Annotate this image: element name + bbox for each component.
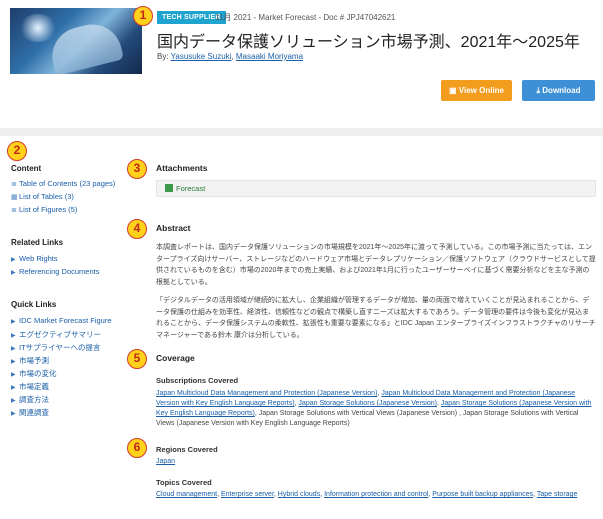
triangle-right-icon: ▶ bbox=[11, 411, 16, 417]
list-icon: ≣ bbox=[11, 181, 17, 188]
marker-3: 3 bbox=[127, 159, 147, 179]
regions-list: Japan bbox=[156, 457, 596, 467]
quick-link[interactable]: ▶ 調査方法 bbox=[11, 394, 49, 405]
topic-link[interactable]: Hybrid clouds bbox=[278, 491, 320, 498]
download-label: Download bbox=[542, 86, 581, 95]
quick-link[interactable]: ▶ 市場定義 bbox=[11, 381, 49, 392]
download-icon: ⤓ bbox=[536, 86, 541, 95]
sidebar-link-list-of-figures[interactable]: ≣ List of Figures (5) bbox=[11, 205, 77, 214]
triangle-right-icon: ▶ bbox=[11, 359, 16, 365]
topics-list: Cloud management, Enterprise server, Hyb… bbox=[156, 491, 578, 498]
download-button[interactable]: ⤓ Download bbox=[522, 80, 595, 101]
coverage-heading: Coverage bbox=[156, 353, 195, 363]
abstract-heading: Abstract bbox=[156, 223, 191, 233]
marker-6: 6 bbox=[127, 438, 147, 458]
quick-link[interactable]: ▶ 関連調査 bbox=[11, 407, 49, 418]
abstract-paragraph-1: 本調査レポートは、国内データ保護ソリューションの市場規模を2021年～2025年… bbox=[156, 244, 596, 286]
marker-5: 5 bbox=[127, 349, 147, 369]
marker-2: 2 bbox=[7, 141, 27, 161]
sidebar-link-table-of-contents[interactable]: ≣ Table of Contents (23 pages) bbox=[11, 179, 115, 188]
triangle-right-icon: ▶ bbox=[11, 319, 16, 325]
marker-1: 1 bbox=[133, 6, 153, 26]
quick-links-heading: Quick Links bbox=[11, 300, 57, 309]
abstract-paragraph-2: 「デジタルデータの活用領域が継続的に拡大し、企業組織が管理するデータが増加、量の… bbox=[156, 297, 596, 339]
topic-link[interactable]: Information protection and control bbox=[324, 491, 428, 498]
view-online-icon: ▣ bbox=[449, 86, 457, 95]
author-link-moriyama[interactable]: Masaaki Moriyama bbox=[236, 52, 303, 61]
triangle-right-icon: ▶ bbox=[11, 270, 16, 276]
sidebar-link-web-rights[interactable]: ▶ Web Rights bbox=[11, 254, 58, 263]
content-heading: Content bbox=[11, 164, 42, 173]
quick-link[interactable]: ▶ IDC Market Forecast Figure bbox=[11, 316, 112, 325]
view-online-button[interactable]: ▣ View Online bbox=[441, 80, 512, 101]
report-header: 1 TECH SUPPLIER 11月 2021 - Market Foreca… bbox=[0, 0, 603, 120]
topic-link[interactable]: Tape storage bbox=[537, 491, 577, 498]
topics-heading: Topics Covered bbox=[156, 478, 212, 487]
list-icon: ≣ bbox=[11, 207, 17, 214]
subscription-link[interactable]: Japan Storage Solutions (Japanese Versio… bbox=[298, 400, 437, 407]
triangle-right-icon: ▶ bbox=[11, 385, 16, 391]
doc-meta: 11月 2021 - Market Forecast - Doc # JPJ47… bbox=[215, 13, 396, 22]
sidebar-link-referencing-documents[interactable]: ▶ Referencing Documents bbox=[11, 267, 99, 276]
quick-link[interactable]: ▶ 市場予測 bbox=[11, 355, 49, 366]
quick-link[interactable]: ▶ 市場の変化 bbox=[11, 368, 57, 379]
triangle-right-icon: ▶ bbox=[11, 346, 16, 352]
thumbnail-glow bbox=[18, 14, 58, 42]
triangle-right-icon: ▶ bbox=[11, 398, 16, 404]
region-link-japan[interactable]: Japan bbox=[156, 458, 175, 465]
subscriptions-heading: Subscriptions Covered bbox=[156, 376, 239, 385]
regions-heading: Regions Covered bbox=[156, 445, 218, 454]
quick-link[interactable]: ▶ エグゼクティブサマリー bbox=[11, 329, 101, 340]
page-title: 国内データ保護ソリューション市場予測、2021年～2025年 bbox=[157, 34, 580, 51]
table-icon: ▦ bbox=[11, 194, 18, 201]
authors-line: By: Yasusuke Suzuki, Masaaki Moriyama bbox=[157, 52, 303, 61]
section-divider bbox=[0, 128, 603, 136]
attachment-box: Forecast bbox=[156, 180, 596, 197]
related-links-heading: Related Links bbox=[11, 238, 64, 247]
author-separator: , bbox=[231, 52, 234, 61]
topic-link[interactable]: Enterprise server bbox=[221, 491, 274, 498]
triangle-right-icon: ▶ bbox=[11, 333, 16, 339]
sidebar-link-list-of-tables[interactable]: ▦List of Tables (3) bbox=[11, 192, 74, 201]
by-label: By: bbox=[157, 52, 169, 61]
subscriptions-list: Japan Multicloud Data Management and Pro… bbox=[156, 390, 592, 427]
triangle-right-icon: ▶ bbox=[11, 257, 16, 263]
quick-link[interactable]: ▶ ITサプライヤーへの提言 bbox=[11, 342, 100, 353]
topic-link[interactable]: Cloud management bbox=[156, 491, 217, 498]
topic-link[interactable]: Purpose built backup appliances bbox=[432, 491, 533, 498]
author-link-suzuki[interactable]: Yasusuke Suzuki bbox=[171, 52, 232, 61]
subscription-link[interactable]: Japan Multicloud Data Management and Pro… bbox=[156, 390, 377, 397]
attachments-heading: Attachments bbox=[156, 163, 208, 173]
triangle-right-icon: ▶ bbox=[11, 372, 16, 378]
spreadsheet-icon bbox=[165, 184, 173, 192]
report-thumbnail bbox=[10, 8, 142, 74]
marker-4: 4 bbox=[127, 219, 147, 239]
view-online-label: View Online bbox=[458, 86, 504, 95]
attachment-link-forecast[interactable]: Forecast bbox=[165, 184, 205, 193]
